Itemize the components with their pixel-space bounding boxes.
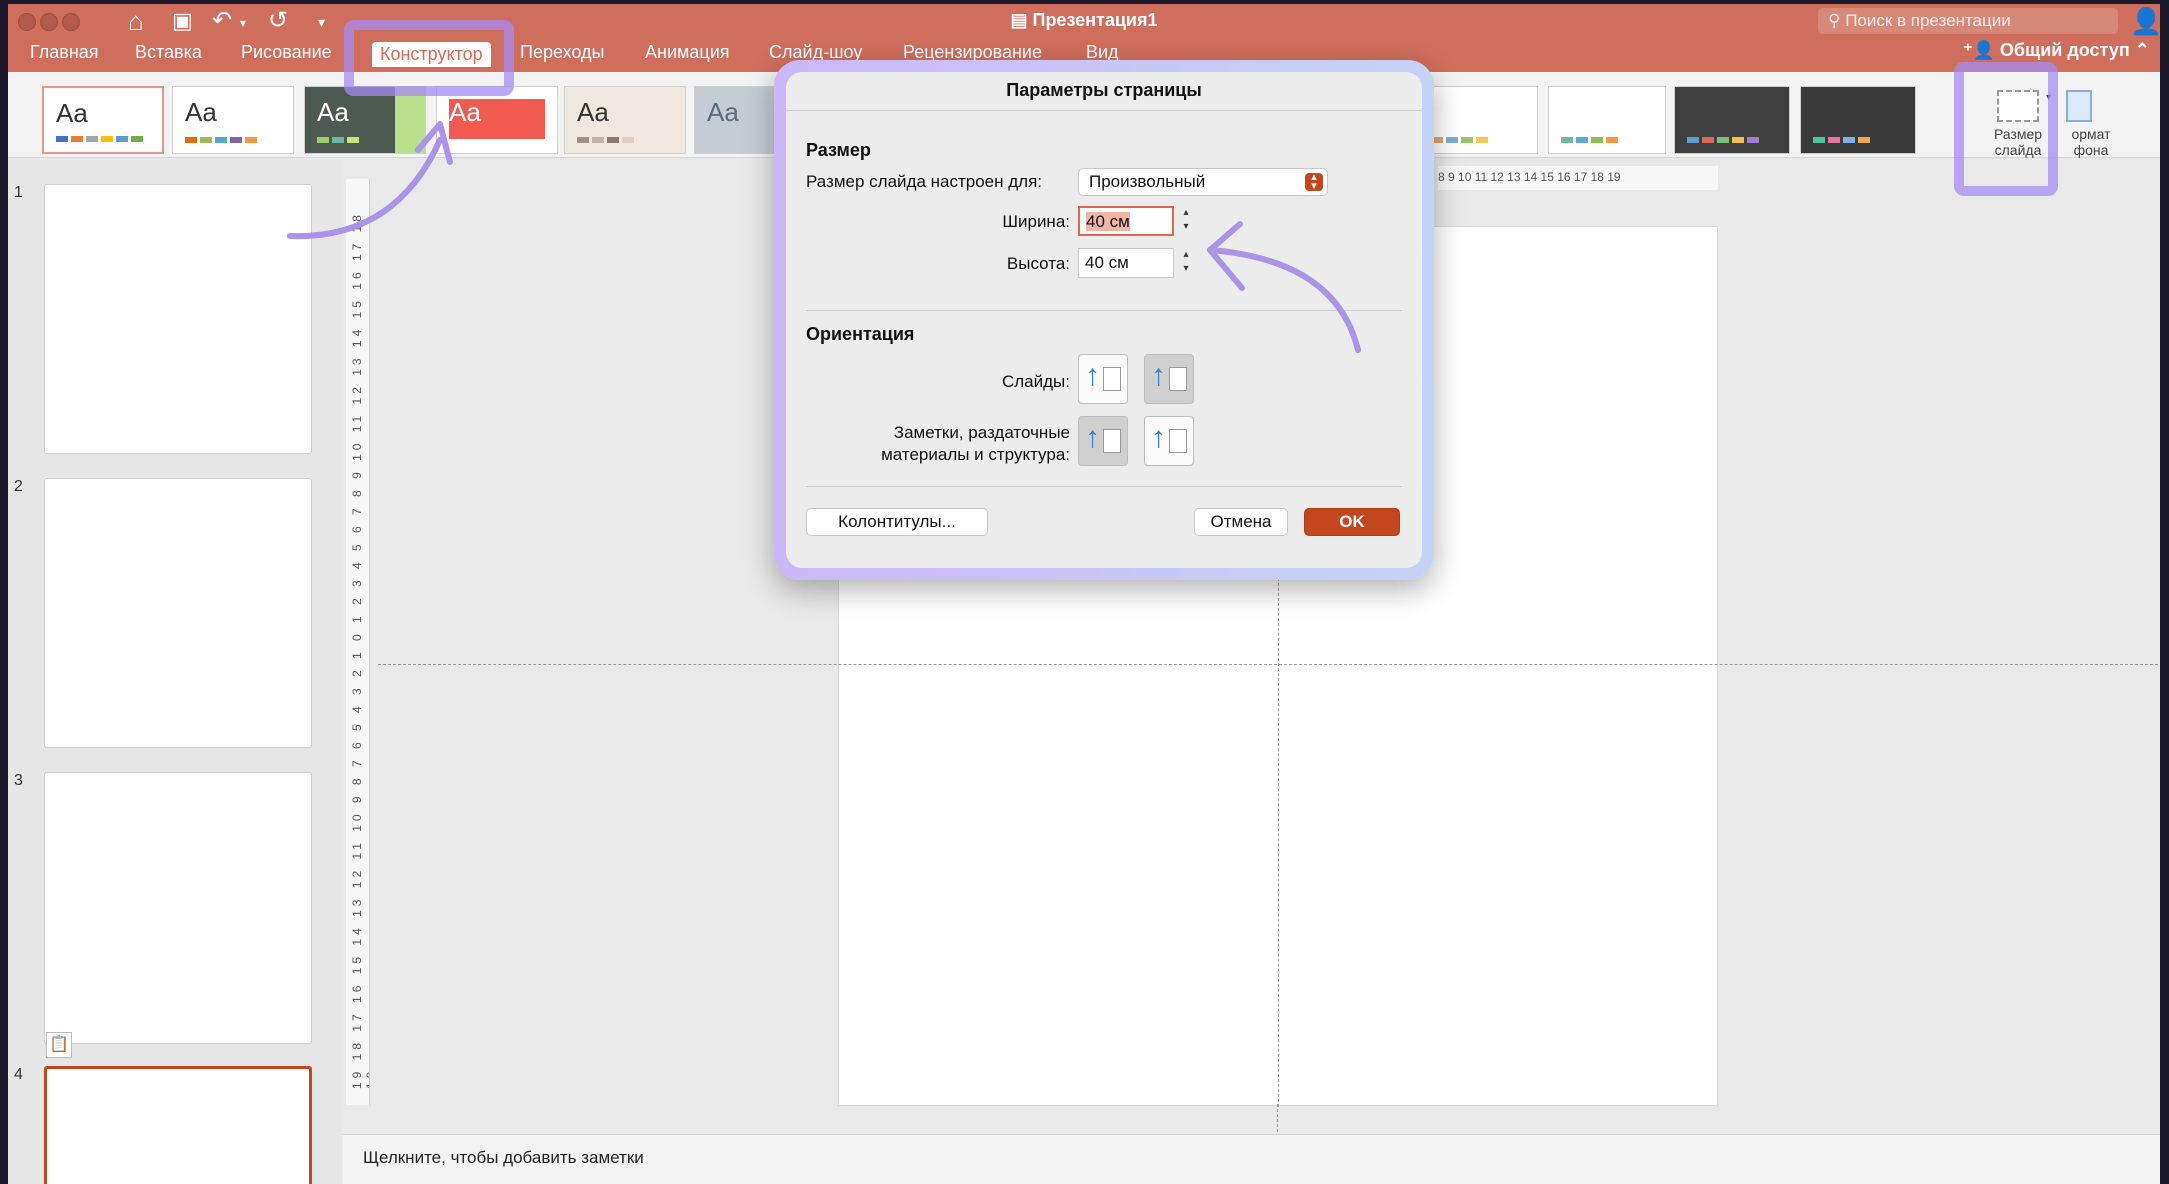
portrait-page-icon: ↑ — [1085, 421, 1100, 454]
orientation-section-heading: Ориентация — [806, 324, 915, 344]
horizontal-guide[interactable] — [378, 664, 2158, 665]
theme-7[interactable] — [1418, 86, 1538, 154]
slide-size-highlight — [1954, 62, 2058, 196]
footer-divider — [806, 486, 1402, 487]
theme-2[interactable]: Aa — [172, 86, 294, 154]
tab-transitions[interactable]: Переходы — [520, 42, 604, 63]
slide-size-for-label: Размер слайда настроен для: — [806, 172, 1042, 191]
search-input[interactable]: ⚲ Поиск в презентации — [1818, 8, 2118, 34]
headers-footers-button[interactable]: Колонтитулы... — [806, 508, 988, 536]
format-background-button[interactable]: ормат фона — [2056, 82, 2126, 182]
thumbnail-number: 3 — [14, 772, 23, 789]
tab-home[interactable]: Главная — [30, 42, 99, 63]
theme-10[interactable] — [1800, 86, 1916, 154]
ok-button[interactable]: OK — [1304, 508, 1400, 536]
notes-pane[interactable]: Щелкните, чтобы добавить заметки — [343, 1134, 2160, 1184]
clipboard-icon[interactable]: 📋 — [46, 1032, 72, 1058]
dialog-title: Параметры страницы — [1006, 80, 1202, 100]
width-label: Ширина: — [1002, 212, 1070, 231]
portrait-page-icon: ↑ — [1085, 359, 1100, 392]
tab-insert[interactable]: Вставка — [135, 42, 202, 63]
width-stepper[interactable]: ▴ ▾ — [1178, 206, 1194, 236]
format-background-icon — [2066, 90, 2092, 122]
slide-thumbnail-2[interactable] — [44, 478, 312, 748]
slide-thumbnail-1[interactable] — [44, 184, 312, 454]
slide-thumbnails-panel: 1 2 3 📋 4 — [8, 160, 342, 1184]
add-person-icon: ⁺👤 — [1963, 40, 2000, 60]
slides-portrait-button[interactable]: ↑ — [1078, 354, 1128, 404]
cancel-button[interactable]: Отмена — [1194, 508, 1288, 536]
thumbnail-number: 1 — [14, 184, 23, 201]
select-arrows-icon: ▴ ▾ — [1305, 172, 1323, 192]
theme-8[interactable] — [1548, 86, 1666, 154]
slides-landscape-button[interactable]: ↑ — [1144, 354, 1194, 404]
height-input[interactable]: 40 см — [1078, 248, 1174, 278]
size-section-heading: Размер — [806, 140, 871, 160]
width-input[interactable]: 40 см — [1078, 206, 1174, 236]
height-stepper[interactable]: ▴ ▾ — [1178, 248, 1194, 278]
landscape-page-icon: ↑ — [1151, 359, 1166, 392]
horizontal-ruler: 8 9 10 11 12 13 14 15 16 17 18 19 — [1438, 166, 1718, 190]
account-icon[interactable]: 👤 — [2130, 6, 2160, 37]
document-icon: ▤ — [1010, 10, 1033, 30]
slide-thumbnail-4[interactable] — [44, 1066, 312, 1184]
collapse-ribbon-icon[interactable]: ⌃ — [2135, 40, 2150, 60]
theme-office[interactable]: Aa — [42, 86, 164, 154]
share-button[interactable]: ⁺👤 Общий доступ ⌃ — [1963, 40, 2150, 61]
thumbnail-number: 2 — [14, 478, 23, 495]
title-divider — [786, 110, 1422, 111]
annotation-arrow-to-tab — [287, 121, 453, 240]
thumbnail-number: 4 — [14, 1066, 23, 1083]
landscape-page-icon: ↑ — [1151, 421, 1166, 454]
theme-9[interactable] — [1674, 86, 1790, 154]
notes-portrait-button[interactable]: ↑ — [1078, 416, 1128, 466]
design-tab-highlight — [344, 20, 514, 96]
height-label: Высота: — [1006, 254, 1070, 273]
vertical-guide-extension — [1277, 1104, 1278, 1132]
annotation-arrow-to-width — [1207, 221, 1361, 353]
notes-orientation-label: Заметки, раздаточные материалы и структур… — [881, 423, 1070, 464]
notes-landscape-button[interactable]: ↑ — [1144, 416, 1194, 466]
theme-5[interactable]: Aa — [564, 86, 686, 154]
slides-orientation-label: Слайды: — [1001, 372, 1070, 391]
tab-draw[interactable]: Рисование — [241, 42, 332, 63]
slide-thumbnail-3[interactable] — [44, 772, 312, 1044]
search-icon: ⚲ — [1828, 11, 1846, 30]
slide-size-select[interactable]: Произвольный ▴ ▾ — [1078, 168, 1328, 196]
tab-animations[interactable]: Анимация — [645, 42, 730, 63]
vertical-ruler: 19 18 17 16 15 14 13 12 11 10 9 8 7 6 5 … — [346, 179, 370, 1105]
